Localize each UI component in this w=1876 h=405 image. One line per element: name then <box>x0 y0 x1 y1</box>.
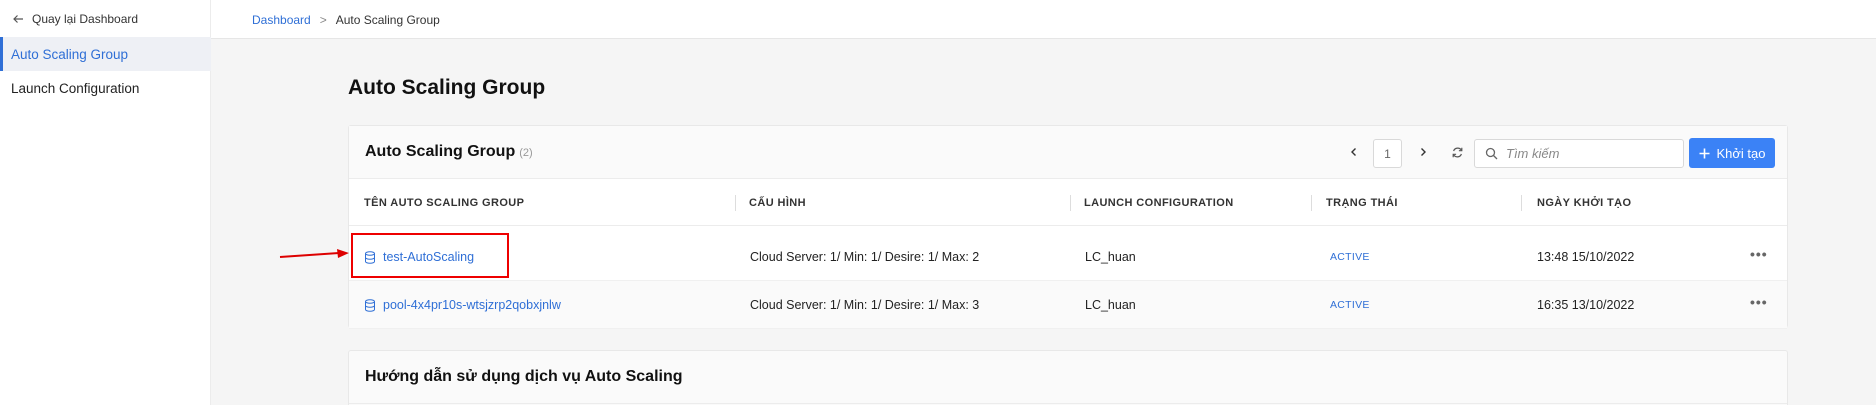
refresh-icon <box>1452 147 1462 157</box>
column-header-name[interactable]: TÊN AUTO SCALING GROUP <box>364 179 524 226</box>
chevron-left-icon <box>1351 148 1356 156</box>
card-title: Auto Scaling Group (2) <box>365 143 533 161</box>
asg-name-link[interactable]: pool-4x4pr10s-wtsjzrp2qobxjnlw <box>364 281 561 329</box>
asg-name: test-AutoScaling <box>383 250 475 264</box>
column-header-created[interactable]: NGÀY KHỞI TẠO <box>1537 179 1631 226</box>
divider <box>349 403 1787 404</box>
card-header: Auto Scaling Group(2) 1 Khởi tạo <box>349 126 1787 179</box>
back-link-label: Quay lại Dashboard <box>32 12 139 26</box>
launch-config-cell: LC_huan <box>1085 250 1136 264</box>
chevron-right-icon <box>1421 148 1426 156</box>
column-divider <box>1311 195 1312 211</box>
card-title-text: Auto Scaling Group <box>365 143 516 160</box>
column-header-status[interactable]: TRẠNG THÁI <box>1326 179 1398 226</box>
page-title: Auto Scaling Group <box>348 76 546 99</box>
launch-config-cell: LC_huan <box>1085 298 1136 312</box>
config-cell: Cloud Server: 1/ Min: 1/ Desire: 1/ Max:… <box>750 298 980 312</box>
back-to-dashboard-link[interactable]: Quay lại Dashboard <box>12 12 138 26</box>
plus-icon <box>1699 148 1709 158</box>
table-row: test-AutoScaling Cloud Server: 1/ Min: 1… <box>349 233 1787 281</box>
created-date-cell: 13:48 15/10/2022 <box>1537 250 1635 264</box>
column-divider <box>735 195 736 211</box>
sidebar-item-auto-scaling-group[interactable]: Auto Scaling Group <box>0 37 211 71</box>
status-badge: ACTIVE <box>1330 251 1370 263</box>
created-date-cell: 16:35 13/10/2022 <box>1537 298 1635 312</box>
sidebar: Quay lại Dashboard Auto Scaling Group La… <box>0 0 211 405</box>
asg-name: pool-4x4pr10s-wtsjzrp2qobxjnlw <box>383 298 561 312</box>
breadcrumb-dashboard-link[interactable]: Dashboard <box>252 13 311 27</box>
database-icon <box>365 298 375 312</box>
more-icon[interactable]: ••• <box>1750 247 1768 261</box>
sidebar-item-label: Launch Configuration <box>11 80 140 96</box>
create-button[interactable]: Khởi tạo <box>1689 138 1775 168</box>
column-divider <box>1521 195 1522 211</box>
more-icon[interactable]: ••• <box>1750 295 1768 309</box>
arrow-left-icon <box>13 15 23 23</box>
page-number[interactable]: 1 <box>1373 139 1402 168</box>
column-header-config[interactable]: CẤU HÌNH <box>749 179 806 226</box>
top-bar: Dashboard > Auto Scaling Group <box>211 0 1876 39</box>
column-divider <box>1070 195 1071 211</box>
annotation-arrow <box>279 249 349 258</box>
guide-card: Hướng dẫn sử dụng dịch vụ Auto Scaling <box>348 350 1788 405</box>
config-cell: Cloud Server: 1/ Min: 1/ Desire: 1/ Max:… <box>750 250 980 264</box>
status-badge: ACTIVE <box>1330 299 1370 311</box>
item-count: (2) <box>519 147 533 159</box>
table-row: pool-4x4pr10s-wtsjzrp2qobxjnlw Cloud Ser… <box>349 281 1787 329</box>
search-field[interactable] <box>1474 139 1684 168</box>
breadcrumb: Dashboard > Auto Scaling Group <box>252 13 440 27</box>
table-header: TÊN AUTO SCALING GROUP CẤU HÌNH LAUNCH C… <box>349 179 1787 226</box>
refresh-button[interactable] <box>1448 143 1466 161</box>
create-button-label: Khởi tạo <box>1716 145 1766 161</box>
sidebar-item-launch-configuration[interactable]: Launch Configuration <box>0 71 211 105</box>
guide-title: Hướng dẫn sử dụng dịch vụ Auto Scaling <box>365 368 683 385</box>
sidebar-item-label: Auto Scaling Group <box>11 46 129 62</box>
column-header-launch-config[interactable]: LAUNCH CONFIGURATION <box>1084 179 1234 226</box>
next-page-button[interactable] <box>1414 143 1432 161</box>
search-icon <box>1485 147 1498 160</box>
asg-list-card: Auto Scaling Group(2) 1 Khởi tạo TÊN AUT… <box>348 125 1788 329</box>
asg-name-link[interactable]: test-AutoScaling <box>364 233 474 281</box>
database-icon <box>365 250 375 264</box>
breadcrumb-current: Auto Scaling Group <box>335 13 440 27</box>
prev-page-button[interactable] <box>1345 143 1363 161</box>
search-input[interactable] <box>1506 146 1676 161</box>
breadcrumb-separator: > <box>319 13 327 27</box>
